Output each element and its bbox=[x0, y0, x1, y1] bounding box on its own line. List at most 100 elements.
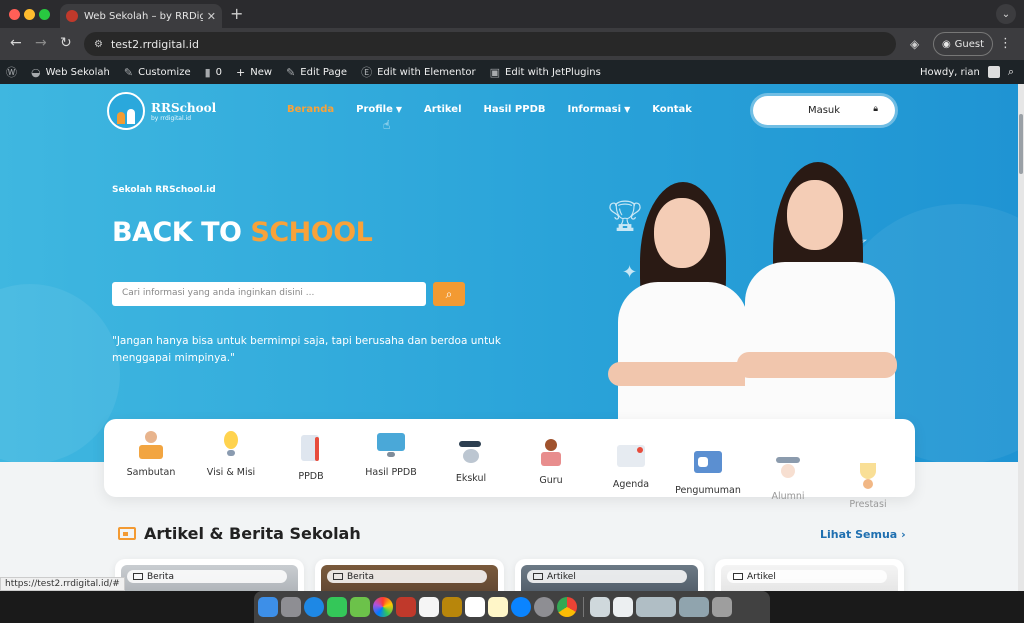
nav-item-profile[interactable]: Profile ▼ bbox=[356, 104, 402, 115]
photo-booth-icon[interactable] bbox=[396, 597, 416, 617]
browser-toolbar: ← → ↻ ⚙ test2.rrdigital.id ◈ ◉ Guest ⋮ bbox=[0, 28, 1024, 60]
browser-tab-bar: Web Sekolah – by RRDigital.id ✕ + ⌄ bbox=[0, 0, 1024, 28]
admin-search-icon[interactable]: ⌕ bbox=[1008, 65, 1014, 79]
newspaper-icon bbox=[333, 573, 343, 580]
photos-icon[interactable] bbox=[373, 597, 393, 617]
window-thumbnail-icon[interactable] bbox=[636, 597, 676, 617]
admin-site-name[interactable]: ◒ Web Sekolah bbox=[31, 66, 110, 79]
more-menu-icon[interactable]: ⋮ bbox=[999, 36, 1012, 51]
contacts-icon[interactable] bbox=[419, 597, 439, 617]
admin-howdy[interactable]: Howdy, rian bbox=[920, 67, 980, 78]
profile-label: Guest bbox=[954, 38, 985, 50]
student-illustration-right bbox=[735, 162, 900, 462]
quick-link-guru[interactable]: Guru bbox=[511, 439, 591, 486]
quick-links-card: Sambutan Visi & Misi PPDB Hasil PPDB Eks… bbox=[104, 419, 915, 510]
nav-item-kontak[interactable]: Kontak bbox=[652, 104, 692, 115]
elementor-icon: Ⓔ bbox=[361, 66, 373, 79]
app-store-icon[interactable] bbox=[511, 597, 531, 617]
brush-icon: ✎ bbox=[123, 65, 134, 79]
reload-icon[interactable]: ↻ bbox=[60, 35, 72, 51]
hero-section: RRSchool by rrdigital.id Beranda Profile… bbox=[0, 84, 1018, 462]
admin-edit-jetplugins[interactable]: ▣ Edit with JetPlugins bbox=[490, 66, 601, 79]
finder-icon[interactable] bbox=[258, 597, 278, 617]
back-arrow-icon[interactable]: ← bbox=[10, 35, 22, 51]
quick-link-ppdb[interactable]: PPDB bbox=[271, 435, 351, 482]
admin-comments[interactable]: ▮ 0 bbox=[205, 66, 222, 79]
login-button[interactable]: Masuk 🔒︎ bbox=[753, 96, 895, 125]
quick-link-hasil-ppdb[interactable]: Hasil PPDB bbox=[351, 431, 431, 478]
new-tab-button[interactable]: + bbox=[230, 4, 243, 23]
notes-book-icon[interactable] bbox=[442, 597, 462, 617]
quick-link-ekskul[interactable]: Ekskul bbox=[431, 437, 511, 484]
newspaper-icon bbox=[692, 449, 724, 479]
safari-icon[interactable] bbox=[304, 597, 324, 617]
trash-icon[interactable] bbox=[712, 597, 732, 617]
article-card[interactable]: Berita bbox=[315, 559, 504, 591]
wordpress-logo-icon[interactable]: Ⓦ bbox=[6, 64, 17, 80]
see-all-link[interactable]: Lihat Semua › bbox=[820, 528, 906, 541]
graduation-robot-icon bbox=[455, 437, 487, 467]
document-icon[interactable] bbox=[613, 597, 633, 617]
calendar-icon[interactable] bbox=[465, 597, 485, 617]
hero-quote: "Jangan hanya bisa untuk bermimpi saja, … bbox=[112, 335, 501, 364]
zoom-window-button[interactable] bbox=[39, 9, 50, 20]
login-label: Masuk bbox=[807, 105, 841, 116]
quick-link-prestasi[interactable]: Prestasi bbox=[828, 463, 908, 510]
chrome-icon[interactable] bbox=[557, 597, 577, 617]
nav-item-artikel[interactable]: Artikel bbox=[424, 104, 461, 115]
nav-item-beranda[interactable]: Beranda bbox=[287, 104, 334, 115]
notes-icon[interactable] bbox=[488, 597, 508, 617]
launchpad-icon[interactable] bbox=[281, 597, 301, 617]
address-url: test2.rrdigital.id bbox=[110, 37, 199, 51]
link-status-bar: https://test2.rrdigital.id/# bbox=[0, 577, 125, 591]
jetplugins-icon: ▣ bbox=[489, 65, 501, 79]
articles-section-title: Artikel & Berita Sekolah bbox=[118, 524, 361, 543]
tab-title: Web Sekolah – by RRDigital.id bbox=[84, 10, 203, 22]
dock-separator bbox=[583, 597, 584, 617]
wp-admin-bar: Ⓦ ◒ Web Sekolah ✎ Customize ▮ 0 + New ✎ Edit … bbox=[0, 60, 1024, 84]
site-settings-icon[interactable]: ⚙ bbox=[94, 39, 103, 50]
quick-link-pengumuman[interactable]: Pengumuman bbox=[668, 449, 748, 496]
quick-link-agenda[interactable]: Agenda bbox=[591, 443, 671, 490]
preview-icon[interactable] bbox=[590, 597, 610, 617]
window-thumbnail-icon[interactable] bbox=[679, 597, 709, 617]
mouse-pointer-icon: ☝ bbox=[383, 118, 391, 132]
article-card[interactable]: Artikel bbox=[515, 559, 704, 591]
nav-item-hasil-ppdb[interactable]: Hasil PPDB bbox=[484, 104, 546, 115]
monitor-icon bbox=[375, 431, 407, 461]
minimize-window-button[interactable] bbox=[24, 9, 35, 20]
admin-new[interactable]: + New bbox=[236, 66, 272, 79]
tab-search-chevron-icon[interactable]: ⌄ bbox=[996, 4, 1016, 24]
nav-item-informasi[interactable]: Informasi ▼ bbox=[568, 104, 631, 115]
quick-link-sambutan[interactable]: Sambutan bbox=[111, 431, 191, 478]
document-pen-icon bbox=[295, 435, 327, 465]
chevron-down-icon: ▼ bbox=[395, 105, 403, 114]
system-settings-icon[interactable] bbox=[534, 597, 554, 617]
hero-search-input[interactable]: Cari informasi yang anda inginkan disini… bbox=[112, 282, 426, 306]
maps-icon[interactable] bbox=[350, 597, 370, 617]
site-logo[interactable]: RRSchool by rrdigital.id bbox=[107, 92, 216, 130]
quick-link-alumni[interactable]: Alumni bbox=[748, 455, 828, 502]
scrollbar-thumb[interactable] bbox=[1019, 114, 1023, 174]
admin-edit-elementor[interactable]: Ⓔ Edit with Elementor bbox=[361, 64, 476, 80]
profile-button[interactable]: ◉ Guest bbox=[933, 32, 993, 56]
admin-edit-page[interactable]: ✎ Edit Page bbox=[286, 66, 347, 79]
close-window-button[interactable] bbox=[9, 9, 20, 20]
extension-icon[interactable]: ◈ bbox=[910, 37, 919, 51]
address-bar[interactable]: ⚙ test2.rrdigital.id bbox=[84, 32, 896, 56]
quick-link-visi-misi[interactable]: Visi & Misi bbox=[191, 431, 271, 478]
lock-icon: 🔒︎ bbox=[873, 104, 878, 114]
search-icon: ⌕ bbox=[445, 286, 453, 301]
forward-arrow-icon[interactable]: → bbox=[35, 35, 47, 51]
hero-decor-circle bbox=[0, 284, 120, 462]
article-card[interactable]: Artikel bbox=[715, 559, 904, 591]
admin-avatar[interactable] bbox=[987, 66, 1000, 78]
page-scrollbar[interactable] bbox=[1018, 84, 1024, 591]
admin-customize[interactable]: ✎ Customize bbox=[124, 66, 191, 79]
article-card[interactable]: Berita bbox=[115, 559, 304, 591]
tab-close-icon[interactable]: ✕ bbox=[207, 10, 216, 23]
messages-icon[interactable] bbox=[327, 597, 347, 617]
browser-tab[interactable]: Web Sekolah – by RRDigital.id ✕ bbox=[60, 4, 222, 28]
site-favicon-icon bbox=[66, 10, 78, 22]
search-button[interactable]: ⌕ bbox=[433, 282, 465, 306]
